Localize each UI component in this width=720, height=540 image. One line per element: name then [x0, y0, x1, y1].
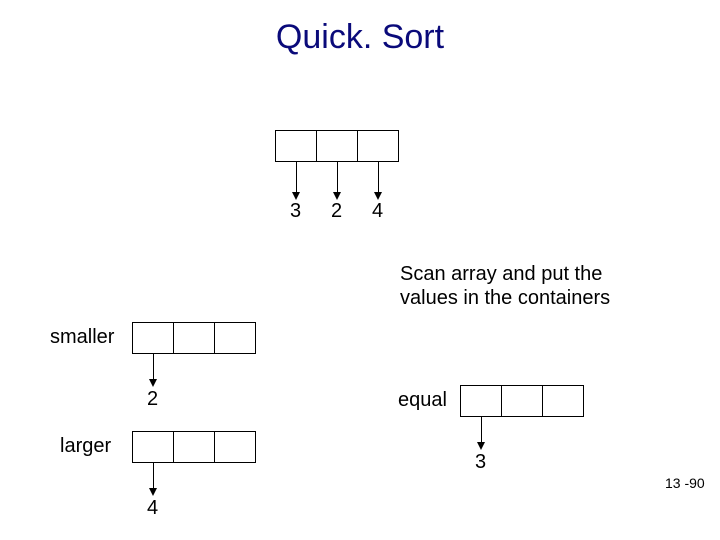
caption-line: values in the containers: [400, 287, 610, 309]
source-value: 4: [372, 200, 383, 223]
larger-bucket: [132, 431, 256, 463]
source-array: [275, 130, 399, 162]
bucket-cell: [214, 322, 256, 354]
equal-value: 3: [475, 451, 486, 474]
source-cell: [316, 130, 358, 162]
caption-line: Scan array and put the: [400, 263, 602, 285]
page-number: 13 -90: [665, 475, 705, 491]
bucket-cell: [173, 322, 215, 354]
bucket-cell: [460, 385, 502, 417]
bucket-cell: [542, 385, 584, 417]
label-larger: larger: [60, 435, 111, 458]
source-cell: [275, 130, 317, 162]
source-value: 3: [290, 200, 301, 223]
equal-bucket: [460, 385, 584, 417]
bucket-cell: [132, 431, 174, 463]
source-cell: [357, 130, 399, 162]
smaller-bucket: [132, 322, 256, 354]
page-title: Quick. Sort: [0, 18, 720, 57]
bucket-cell: [501, 385, 543, 417]
bucket-cell: [132, 322, 174, 354]
larger-value: 4: [147, 497, 158, 520]
caption: Scan array and put the values in the con…: [400, 262, 610, 310]
smaller-value: 2: [147, 388, 158, 411]
label-smaller: smaller: [50, 326, 114, 349]
label-equal: equal: [398, 389, 447, 412]
bucket-cell: [173, 431, 215, 463]
bucket-cell: [214, 431, 256, 463]
source-value: 2: [331, 200, 342, 223]
